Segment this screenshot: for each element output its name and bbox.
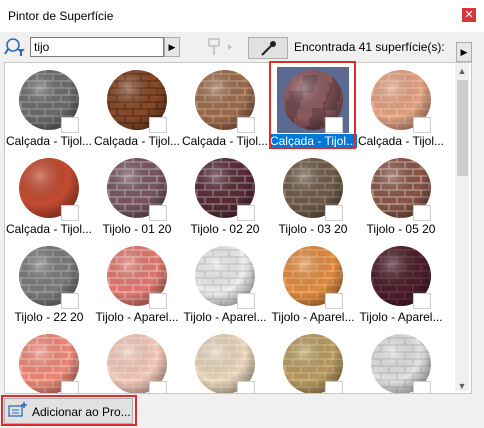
surface-item[interactable]: Tijolo - 05 20: [357, 151, 445, 239]
surface-label: Calçada - Tijol...: [93, 134, 181, 148]
surface-item[interactable]: Calçada - Tijol...: [5, 151, 93, 239]
search-input[interactable]: [30, 37, 164, 57]
eyedropper-button[interactable]: [248, 37, 288, 59]
surface-corner-swatch: [413, 205, 431, 221]
surface-item[interactable]: [357, 327, 445, 393]
surface-item[interactable]: [93, 327, 181, 393]
surface-corner-swatch: [61, 205, 79, 221]
surface-corner-swatch: [61, 293, 79, 309]
surface-corner-swatch: [237, 381, 255, 393]
surface-item[interactable]: Tijolo - Aparel...: [269, 239, 357, 327]
surface-label: Calçada - Tijol...: [5, 134, 93, 148]
surface-label: Calçada - Tijol...: [357, 134, 445, 148]
surface-item[interactable]: Calçada - Tijol...: [181, 63, 269, 151]
search-input-value: tijo: [34, 40, 50, 54]
surface-corner-swatch: [413, 293, 431, 309]
surface-label: Tijolo - 22 20: [14, 310, 84, 324]
surface-corner-swatch: [325, 117, 343, 133]
surface-corner-swatch: [325, 381, 343, 393]
add-to-project-label: Adicionar ao Pro...: [32, 405, 131, 419]
surface-item[interactable]: Tijolo - 02 20: [181, 151, 269, 239]
surface-corner-swatch: [61, 381, 79, 393]
surface-label: Calçada - Tijol...: [268, 133, 358, 149]
panel-menu-button[interactable]: ▶: [456, 42, 472, 62]
eyedropper-icon: [261, 41, 276, 56]
surface-item[interactable]: [5, 327, 93, 393]
surface-item[interactable]: Calçada - Tijol...: [93, 63, 181, 151]
surface-corner-swatch: [149, 293, 167, 309]
search-filter-icon[interactable]: [4, 37, 26, 57]
surface-item[interactable]: Calçada - Tijol...: [268, 63, 358, 151]
surface-label: Tijolo - Aparel...: [95, 310, 179, 324]
scroll-up-icon[interactable]: ▲: [455, 64, 469, 78]
add-to-project-icon: [8, 402, 28, 418]
surface-label: Tijolo - 05 20: [366, 222, 436, 236]
results-count: Encontrada 41 superfície(s):: [294, 40, 445, 54]
surface-item[interactable]: Calçada - Tijol...: [357, 63, 445, 151]
close-icon[interactable]: ✕: [462, 8, 476, 22]
surface-label: Tijolo - 03 20: [278, 222, 348, 236]
surface-label: Tijolo - 01 20: [102, 222, 172, 236]
surface-item[interactable]: Tijolo - 22 20: [5, 239, 93, 327]
surface-item[interactable]: Calçada - Tijol...: [5, 63, 93, 151]
surface-corner-swatch: [413, 117, 431, 133]
search-go-button[interactable]: ▶: [164, 37, 180, 57]
surface-label: Tijolo - Aparel...: [271, 310, 355, 324]
paint-roller-icon: [202, 37, 236, 57]
surface-label: Calçada - Tijol...: [181, 134, 269, 148]
surface-item[interactable]: [269, 327, 357, 393]
window-title: Pintor de Superfície: [8, 9, 114, 23]
surface-grid: Calçada - Tijol... Calçada - Tijol... Ca…: [4, 62, 472, 394]
surface-corner-swatch: [149, 381, 167, 393]
surface-corner-swatch: [325, 205, 343, 221]
surface-item[interactable]: Tijolo - Aparel...: [357, 239, 445, 327]
surface-corner-swatch: [237, 117, 255, 133]
scroll-thumb[interactable]: [457, 80, 468, 176]
surface-label: Calçada - Tijol...: [5, 222, 93, 236]
surface-label: Tijolo - Aparel...: [183, 310, 267, 324]
surface-corner-swatch: [149, 205, 167, 221]
surface-corner-swatch: [61, 117, 79, 133]
surface-item[interactable]: Tijolo - 03 20: [269, 151, 357, 239]
surface-item[interactable]: Tijolo - Aparel...: [93, 239, 181, 327]
surface-corner-swatch: [149, 117, 167, 133]
surface-corner-swatch: [325, 293, 343, 309]
surface-corner-swatch: [237, 205, 255, 221]
surface-corner-swatch: [237, 293, 255, 309]
surface-label: Tijolo - 02 20: [190, 222, 260, 236]
scroll-down-icon[interactable]: ▼: [455, 380, 469, 392]
surface-item[interactable]: [181, 327, 269, 393]
surface-label: Tijolo - Aparel...: [359, 310, 443, 324]
surface-corner-swatch: [413, 381, 431, 393]
surface-item[interactable]: Tijolo - Aparel...: [181, 239, 269, 327]
surface-item[interactable]: Tijolo - 01 20: [93, 151, 181, 239]
